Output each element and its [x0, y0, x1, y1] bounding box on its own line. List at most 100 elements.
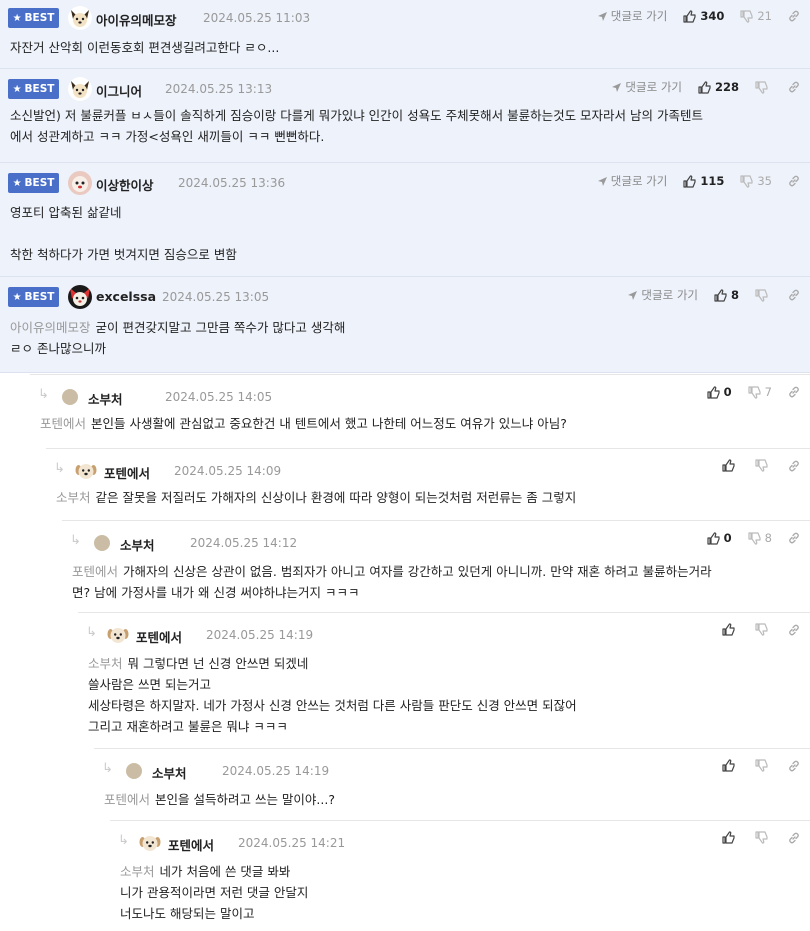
copy-link-button[interactable]: [788, 460, 800, 472]
comment-line-text: 가해자의 신상은 상관이 없음. 범죄자가 아니고 여자를 강간하고 있던게 아…: [123, 564, 712, 579]
downvote-button[interactable]: [755, 459, 772, 472]
copy-link-button[interactable]: [788, 386, 800, 398]
thumbs-down-icon: [755, 459, 768, 472]
reply-thread: ↳ 소부처 2024.05.25 14:05 0 7 포텐에서 본인들 사생활에 관심없고 …: [0, 0, 810, 931]
reply-mention[interactable]: 소부처: [56, 490, 91, 505]
comment-date: 2024.05.25 14:19: [206, 628, 314, 642]
comment-line: 포텐에서 가해자의 신상은 상관이 없음. 범죄자가 아니고 여자를 강간하고 있…: [72, 561, 712, 582]
author-nickname[interactable]: 포텐에서: [104, 463, 150, 482]
thumbs-down-icon: [755, 759, 768, 772]
comment-line: 소부처 뭐 그렇다면 넌 신경 안쓰면 되겠네: [88, 653, 577, 674]
link-icon: [788, 386, 800, 398]
author-nickname[interactable]: 소부처: [120, 535, 155, 554]
upvote-button[interactable]: 0: [707, 531, 732, 545]
downvote-count: 7: [764, 385, 772, 399]
comment-actions: 08: [707, 531, 800, 545]
reply-arrow-icon: ↳: [70, 533, 81, 548]
comment-actions: 07: [707, 385, 800, 399]
comment-line-text: 니가 관용적이라면 저런 댓글 안달지: [120, 885, 309, 900]
copy-link-button[interactable]: [788, 624, 800, 636]
thumbs-up-icon: [722, 623, 735, 636]
reply-mention[interactable]: 소부처: [120, 864, 155, 879]
downvote-button[interactable]: [755, 831, 772, 844]
comment-line-text: 같은 잘못을 저질러도 가해자의 신상이나 환경에 따라 양형이 되는것처럼 저…: [95, 490, 577, 505]
comment-line: 니가 관용적이라면 저런 댓글 안달지: [120, 882, 308, 903]
comment-line: 그리고 재혼하려고 불륜은 뭐냐 ㅋㅋㅋ: [88, 716, 577, 737]
avatar[interactable]: [138, 831, 162, 855]
comment-text: 포텐에서 본인들 사생활에 관심없고 중요한건 내 텐트에서 했고 나한테 어느정…: [40, 413, 567, 434]
reply-comment: ↳ 소부처 2024.05.25 14:19 포텐에서 본인을 설득하려고 쓰는 말이야…: [94, 748, 810, 820]
comment-actions: [722, 759, 800, 772]
link-icon: [788, 624, 800, 636]
avatar[interactable]: [122, 759, 146, 783]
upvote-button[interactable]: [722, 459, 739, 472]
comment-line: 포텐에서 본인을 설득하려고 쓰는 말이야...?: [104, 789, 335, 810]
reply-comment: ↳ 포텐에서 2024.05.25 14:19 소부처 뭐 그렇다면 넌 신경 안쓰면 …: [78, 612, 810, 748]
thumbs-up-icon: [707, 385, 720, 399]
comment-date: 2024.05.25 14:19: [222, 764, 330, 778]
comment-actions: [722, 623, 800, 636]
copy-link-button[interactable]: [788, 832, 800, 844]
copy-link-button[interactable]: [788, 532, 800, 544]
author-nickname[interactable]: 포텐에서: [168, 835, 214, 854]
reply-arrow-icon: ↳: [118, 833, 129, 848]
link-icon: [788, 760, 800, 772]
reply-mention[interactable]: 포텐에서: [104, 792, 150, 807]
comment-text: 소부처 같은 잘못을 저질러도 가해자의 신상이나 환경에 따라 양형이 되는것처…: [56, 487, 576, 508]
reply-mention[interactable]: 포텐에서: [72, 564, 118, 579]
link-icon: [788, 532, 800, 544]
downvote-button[interactable]: [755, 759, 772, 772]
thumbs-down-icon: [755, 831, 768, 844]
upvote-button[interactable]: 0: [707, 385, 732, 399]
comment-line: 포텐에서 본인들 사생활에 관심없고 중요한건 내 텐트에서 했고 나한테 어느정…: [40, 413, 567, 434]
link-icon: [788, 460, 800, 472]
comment-line: 소부처 같은 잘못을 저질러도 가해자의 신상이나 환경에 따라 양형이 되는것처…: [56, 487, 576, 508]
reply-mention[interactable]: 소부처: [88, 656, 123, 671]
reply-arrow-icon: ↳: [38, 387, 49, 402]
upvote-button[interactable]: [722, 759, 739, 772]
comment-line-text: 뭐 그렇다면 넌 신경 안쓰면 되겠네: [127, 656, 309, 671]
author-nickname[interactable]: 소부처: [88, 389, 123, 408]
author-nickname[interactable]: 소부처: [152, 763, 187, 782]
author-nickname[interactable]: 포텐에서: [136, 627, 182, 646]
downvote-count: 8: [764, 531, 772, 545]
avatar[interactable]: [106, 623, 130, 647]
reply-comment: ↳ 포텐에서 2024.05.25 14:09 소부처 같은 잘못을 저질러도 가해자의…: [46, 448, 810, 520]
copy-link-button[interactable]: [788, 760, 800, 772]
comment-date: 2024.05.25 14:09: [174, 464, 282, 478]
comment-line-text: 너도나도 해당되는 말이고: [120, 906, 255, 921]
downvote-button[interactable]: [755, 623, 772, 636]
comment-line-text: 네가 처음에 쓴 댓글 봐봐: [159, 864, 291, 879]
upvote-button[interactable]: [722, 623, 739, 636]
comment-line: 면? 남에 가정사를 내가 왜 신경 써야하냐는거지 ㅋㅋㅋ: [72, 582, 712, 603]
comment-line-text: 쓸사람은 쓰면 되는거고: [88, 677, 211, 692]
comment-actions: [722, 831, 800, 844]
reply-arrow-icon: ↳: [102, 761, 113, 776]
upvote-button[interactable]: [722, 831, 739, 844]
comment-actions: [722, 459, 800, 472]
reply-arrow-icon: ↳: [54, 461, 65, 476]
avatar[interactable]: [58, 385, 82, 409]
thumbs-up-icon: [722, 459, 735, 472]
downvote-button[interactable]: 8: [748, 531, 772, 545]
comment-line-text: 본인을 설득하려고 쓰는 말이야...?: [155, 792, 335, 807]
downvote-button[interactable]: 7: [748, 385, 772, 399]
reply-comment: ↳ 소부처 2024.05.25 14:05 0 7 포텐에서 본인들 사생활에 관심없고 …: [30, 374, 810, 448]
comment-line-text: 본인들 사생활에 관심없고 중요한건 내 텐트에서 했고 나한테 어느정도 여유…: [91, 416, 567, 431]
avatar[interactable]: [74, 459, 98, 483]
comment-line-text: 면? 남에 가정사를 내가 왜 신경 써야하냐는거지 ㅋㅋㅋ: [72, 585, 360, 600]
thumbs-down-icon: [755, 623, 768, 636]
comment-line-text: 세상타령은 하지말자. 네가 가정사 신경 안쓰는 것처럼 다른 사람들 판단도…: [88, 698, 577, 713]
reply-comment: ↳ 포텐에서 2024.05.25 14:21 소부처 네가 처음에 쓴 댓글 봐봐니가…: [110, 820, 810, 931]
comment-text: 소부처 뭐 그렇다면 넌 신경 안쓰면 되겠네쓸사람은 쓰면 되는거고세상타령은 …: [88, 653, 577, 737]
thumbs-up-icon: [722, 831, 735, 844]
thumbs-up-icon: [707, 531, 720, 545]
comment-line: 소부처 네가 처음에 쓴 댓글 봐봐: [120, 861, 308, 882]
reply-mention[interactable]: 포텐에서: [40, 416, 86, 431]
reply-comment: ↳ 소부처 2024.05.25 14:12 0 8 포텐에서 가해자의 신상은 상관이 없…: [62, 520, 810, 612]
upvote-count: 0: [723, 531, 732, 545]
avatar[interactable]: [90, 531, 114, 555]
comment-date: 2024.05.25 14:21: [238, 836, 346, 850]
comment-date: 2024.05.25 14:05: [165, 390, 273, 404]
thumbs-up-icon: [722, 759, 735, 772]
